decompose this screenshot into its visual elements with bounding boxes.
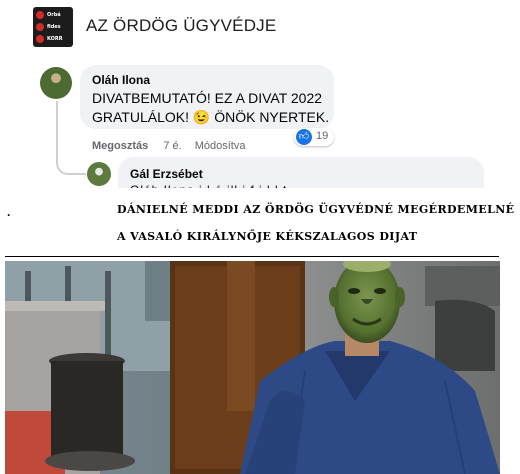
comment-text: DIVATBEMUTATÓ! EZ A DIVAT 2022 GRATULÁLO… xyxy=(92,90,330,125)
caption-area xyxy=(0,188,520,258)
logo-dot-icon xyxy=(36,23,44,31)
comment-actions: Megosztás 7 é. Módosítva xyxy=(92,140,245,152)
logo-dot-icon xyxy=(36,35,44,43)
edited-photo xyxy=(5,261,500,474)
logo-text: Orbá xyxy=(47,12,61,18)
comment-author[interactable]: Oláh Ilona xyxy=(92,73,150,87)
edited-label: Módosítva xyxy=(194,140,246,152)
group-title[interactable]: AZ ÖRDÖG ÜGYVÉDJE xyxy=(86,16,276,36)
like-icon: 👍︎ xyxy=(296,129,312,145)
reaction-count-badge[interactable]: 👍︎ 19 xyxy=(294,128,334,146)
caption-line: A VASALÓ KIRÁLYNŐJE KÉKSZALAGOS DIJAT xyxy=(117,230,418,243)
caption-line: DÁNIELNÉ MEDDI AZ ÖRDÖG ÜGYVÉDNÉ MEGÉRDE… xyxy=(117,203,515,216)
caption-dot: . xyxy=(7,205,11,219)
comment-time[interactable]: 7 é. xyxy=(163,140,181,152)
facebook-screenshot: Orbá fides KORR AZ ÖRDÖG ÜGYVÉDJE Oláh I… xyxy=(0,0,520,192)
logo-text: fides xyxy=(47,24,61,30)
logo-text: KORR xyxy=(47,36,63,42)
avatar[interactable] xyxy=(87,162,111,186)
comment-author[interactable]: Gál Erzsébet xyxy=(130,167,203,181)
reaction-count: 19 xyxy=(316,130,329,142)
divider xyxy=(5,256,499,257)
group-header: Orbá fides KORR AZ ÖRDÖG ÜGYVÉDJE xyxy=(0,0,520,52)
share-link[interactable]: Megosztás xyxy=(92,140,148,152)
avatar[interactable] xyxy=(40,67,72,99)
logo-dot-icon xyxy=(36,11,44,19)
group-logo[interactable]: Orbá fides KORR xyxy=(33,7,73,47)
